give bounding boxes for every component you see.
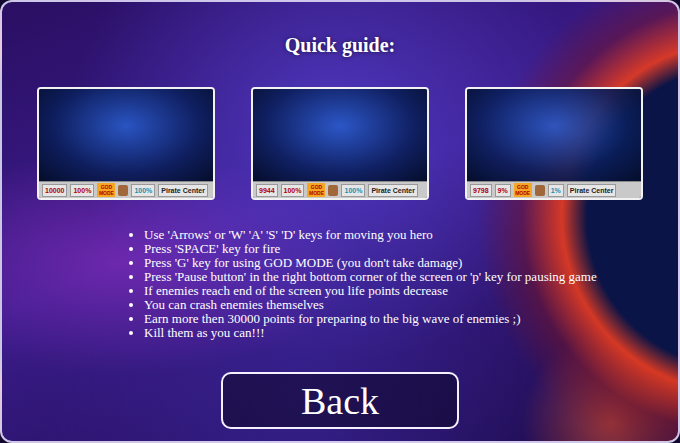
- hero-icon: [328, 185, 338, 196]
- game-hud: 97989%GOD MODE 1%Pirate Center: [467, 181, 641, 198]
- god-mode-badge: GOD MODE: [514, 183, 532, 197]
- game-screenshot: 10000100%GOD MODE100%Pirate Center: [37, 87, 215, 200]
- instruction-item: Earn more then 30000 points for preparin…: [144, 312, 678, 326]
- score-readout: 9798: [470, 184, 492, 197]
- health-readout: 9%: [495, 184, 511, 197]
- god-mode-badge: GOD MODE: [307, 183, 325, 197]
- score-readout: 10000: [42, 184, 67, 197]
- guide-screen: Quick guide:10000100%GOD MODE100%Pirate …: [0, 0, 680, 443]
- instruction-item: If enemies reach end of the screen you l…: [144, 284, 678, 298]
- shield-readout: 100%: [131, 184, 155, 197]
- game-field: [467, 89, 641, 181]
- shield-readout: 100%: [341, 184, 365, 197]
- instruction-item: Use 'Arrows' or 'W' 'A' 'S' 'D' keys for…: [144, 228, 678, 242]
- instruction-list: Use 'Arrows' or 'W' 'A' 'S' 'D' keys for…: [131, 228, 678, 340]
- game-screenshot: 97989%GOD MODE 1%Pirate Center: [465, 87, 643, 200]
- screenshot-row: 10000100%GOD MODE100%Pirate Center994410…: [37, 87, 643, 200]
- instructions: Use 'Arrows' or 'W' 'A' 'S' 'D' keys for…: [2, 228, 678, 340]
- location-readout: Pirate Center: [158, 184, 208, 197]
- instruction-item: You can crash enemies themselves: [144, 298, 678, 312]
- health-readout: 100%: [281, 184, 305, 197]
- instruction-item: Press 'G' key for using GOD MODE (you do…: [144, 256, 678, 270]
- score-readout: 9944: [256, 184, 278, 197]
- instruction-item: Press 'SPACE' key for fire: [144, 242, 678, 256]
- location-readout: Pirate Center: [368, 184, 418, 197]
- hero-icon: [118, 185, 128, 196]
- location-readout: Pirate Center: [567, 184, 617, 197]
- health-readout: 100%: [70, 184, 94, 197]
- game-screenshot: 9944100%GOD MODE100%Pirate Center: [251, 87, 429, 200]
- instruction-item: Kill them as you can!!!: [144, 326, 678, 340]
- guide-title: Quick guide:: [285, 33, 396, 57]
- game-hud: 9944100%GOD MODE100%Pirate Center: [253, 181, 427, 198]
- game-hud: 10000100%GOD MODE100%Pirate Center: [39, 181, 213, 198]
- hero-icon: [535, 185, 545, 196]
- game-field: [253, 89, 427, 181]
- god-mode-badge: GOD MODE: [97, 183, 115, 197]
- shield-readout: 1%: [548, 184, 564, 197]
- game-field: [39, 89, 213, 181]
- instruction-item: Press 'Pause button' in the right bottom…: [144, 270, 678, 284]
- back-button[interactable]: Back: [221, 372, 459, 429]
